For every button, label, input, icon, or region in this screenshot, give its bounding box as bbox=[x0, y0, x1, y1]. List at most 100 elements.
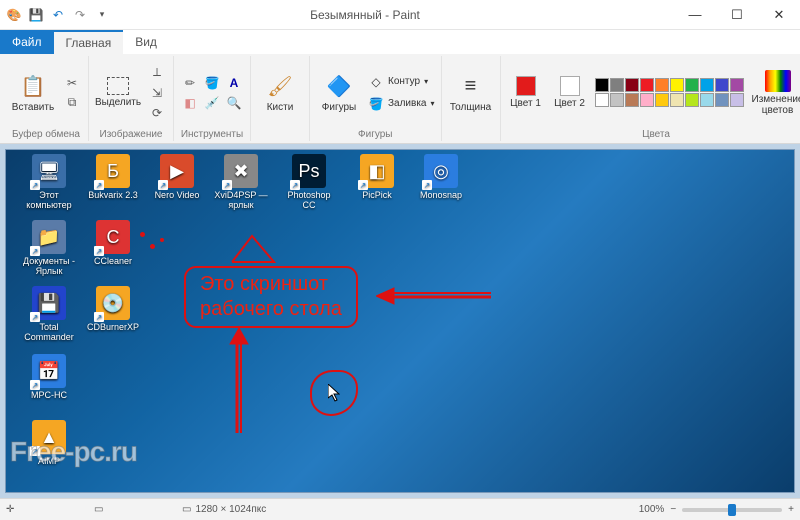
desktop-icon-label: AIMP bbox=[20, 456, 78, 466]
desktop-icon: 💿↗CDBurnerXP bbox=[84, 286, 142, 332]
canvas[interactable]: 🖥↗Этот компьютерБ↗Bukvarix 2.3▶↗Nero Vid… bbox=[6, 150, 794, 492]
zoom-out-button[interactable]: − bbox=[670, 504, 676, 515]
palette-swatch[interactable] bbox=[730, 93, 744, 107]
palette-swatch[interactable] bbox=[670, 78, 684, 92]
palette-swatch[interactable] bbox=[595, 93, 609, 107]
desktop-icon: C↗CCleaner bbox=[84, 220, 142, 266]
palette-swatch[interactable] bbox=[700, 78, 714, 92]
crosshair-icon: ✛ bbox=[6, 504, 14, 515]
desktop-icon-label: Bukvarix 2.3 bbox=[84, 190, 142, 200]
desktop-icon: ▶↗Nero Video bbox=[148, 154, 206, 200]
undo-icon[interactable]: ↶ bbox=[50, 7, 66, 23]
eraser-icon[interactable]: ◧ bbox=[180, 94, 200, 112]
copy-icon[interactable]: ⧉ bbox=[62, 94, 82, 112]
outline-button[interactable]: ◇Контур▾ bbox=[368, 74, 435, 90]
desktop-icon: 📁↗Документы - Ярлык bbox=[20, 220, 78, 276]
group-colors: Цвет 1 Цвет 2 Изменение цветов Цвета bbox=[501, 56, 800, 141]
shapes-icon: 🔷 bbox=[325, 72, 353, 100]
save-icon[interactable]: 💾 bbox=[28, 7, 44, 23]
palette-swatch[interactable] bbox=[685, 93, 699, 107]
status-bar: ✛ ▭ ▭1280 × 1024пкс 100% − + bbox=[0, 498, 800, 520]
palette-swatch[interactable] bbox=[655, 93, 669, 107]
desktop-icon-label: Total Commander bbox=[20, 322, 78, 342]
picker-icon[interactable]: 💉 bbox=[202, 94, 222, 112]
tab-home[interactable]: Главная bbox=[54, 30, 124, 54]
edit-colors-icon bbox=[765, 70, 791, 92]
size-icon: ≡ bbox=[457, 72, 485, 100]
minimize-button[interactable]: — bbox=[674, 0, 716, 30]
palette-swatch[interactable] bbox=[715, 93, 729, 107]
tab-file[interactable]: Файл bbox=[0, 30, 54, 54]
status-selection: ▭ bbox=[94, 504, 164, 515]
color-palette bbox=[595, 78, 744, 107]
ribbon: 📋 Вставить ✂ ⧉ Буфер обмена Выделить ⟂ ⇲… bbox=[0, 54, 800, 144]
palette-swatch[interactable] bbox=[610, 93, 624, 107]
status-size: ▭1280 × 1024пкс bbox=[182, 504, 266, 515]
desktop-icon-label: MPC-HC bbox=[20, 390, 78, 400]
group-clipboard: 📋 Вставить ✂ ⧉ Буфер обмена bbox=[4, 56, 89, 141]
palette-swatch[interactable] bbox=[595, 78, 609, 92]
select-icon bbox=[107, 77, 129, 95]
rotate-icon[interactable]: ⟳ bbox=[147, 104, 167, 122]
fill-button[interactable]: 🪣Заливка▾ bbox=[368, 96, 435, 112]
desktop-icon-label: XviD4PSP — ярлык bbox=[212, 190, 270, 210]
desktop-icon-label: Photoshop CC bbox=[280, 190, 338, 210]
desktop-icon: 📅↗MPC-HC bbox=[20, 354, 78, 400]
close-button[interactable]: ✕ bbox=[758, 0, 800, 30]
cut-icon[interactable]: ✂ bbox=[62, 74, 82, 92]
zoom-in-button[interactable]: + bbox=[788, 504, 794, 515]
palette-swatch[interactable] bbox=[730, 78, 744, 92]
pencil-icon[interactable]: ✏ bbox=[180, 74, 200, 92]
palette-swatch[interactable] bbox=[625, 78, 639, 92]
group-tools: ✏ 🪣 A ◧ 💉 🔍 Инструменты bbox=[174, 56, 251, 141]
text-icon[interactable]: A bbox=[224, 74, 244, 92]
palette-swatch[interactable] bbox=[610, 78, 624, 92]
annotation-box: Это скриншот рабочего стола bbox=[184, 266, 358, 328]
group-size: ≡ Толщина . bbox=[442, 56, 501, 141]
brush-icon: 🖌 bbox=[266, 72, 294, 100]
annotation-triangle bbox=[228, 232, 278, 266]
status-cursor: ✛ bbox=[6, 504, 76, 515]
color1-button[interactable]: Цвет 1 bbox=[507, 62, 545, 124]
window-title: Безымянный - Paint bbox=[116, 8, 674, 22]
shapes-button[interactable]: 🔷 Фигуры bbox=[316, 62, 362, 124]
desktop-screenshot: 🖥↗Этот компьютерБ↗Bukvarix 2.3▶↗Nero Vid… bbox=[6, 150, 794, 492]
desktop-icon-label: PicPick bbox=[348, 190, 406, 200]
titlebar: 🎨 💾 ↶ ↷ ▾ Безымянный - Paint — ☐ ✕ bbox=[0, 0, 800, 30]
fill-icon[interactable]: 🪣 bbox=[202, 74, 222, 92]
crop-icon[interactable]: ⟂ bbox=[147, 64, 167, 82]
annotation-arrow-up bbox=[224, 328, 254, 438]
selection-icon: ▭ bbox=[94, 504, 103, 515]
zoom-slider[interactable] bbox=[682, 508, 782, 512]
palette-swatch[interactable] bbox=[685, 78, 699, 92]
desktop-icon-label: Документы - Ярлык bbox=[20, 256, 78, 276]
brushes-button[interactable]: 🖌 Кисти bbox=[257, 62, 303, 124]
palette-swatch[interactable] bbox=[715, 78, 729, 92]
palette-swatch[interactable] bbox=[670, 93, 684, 107]
tab-view[interactable]: Вид bbox=[123, 30, 169, 54]
desktop-icon: ◎↗Monosnap bbox=[412, 154, 470, 200]
fill-shape-icon: 🪣 bbox=[368, 96, 384, 112]
select-button[interactable]: Выделить bbox=[95, 62, 141, 124]
desktop-icon: 🖥↗Этот компьютер bbox=[20, 154, 78, 210]
maximize-button[interactable]: ☐ bbox=[716, 0, 758, 30]
palette-swatch[interactable] bbox=[655, 78, 669, 92]
resize-icon[interactable]: ⇲ bbox=[147, 84, 167, 102]
cursor-icon bbox=[328, 384, 340, 402]
app-icon: 🎨 bbox=[6, 7, 22, 23]
edit-colors-button[interactable]: Изменение цветов bbox=[750, 62, 800, 124]
desktop-icon: ✖↗XviD4PSP — ярлык bbox=[212, 154, 270, 210]
zoom-value: 100% bbox=[639, 504, 665, 515]
palette-swatch[interactable] bbox=[625, 93, 639, 107]
qat-menu-icon[interactable]: ▾ bbox=[94, 7, 110, 23]
magnifier-icon[interactable]: 🔍 bbox=[224, 94, 244, 112]
color2-button[interactable]: Цвет 2 bbox=[551, 62, 589, 124]
redo-icon[interactable]: ↷ bbox=[72, 7, 88, 23]
paste-button[interactable]: 📋 Вставить bbox=[10, 62, 56, 124]
palette-swatch[interactable] bbox=[700, 93, 714, 107]
size-button[interactable]: ≡ Толщина bbox=[448, 62, 494, 124]
desktop-icon-label: CCleaner bbox=[84, 256, 142, 266]
desktop-icon: ▲↗AIMP bbox=[20, 420, 78, 466]
palette-swatch[interactable] bbox=[640, 93, 654, 107]
palette-swatch[interactable] bbox=[640, 78, 654, 92]
